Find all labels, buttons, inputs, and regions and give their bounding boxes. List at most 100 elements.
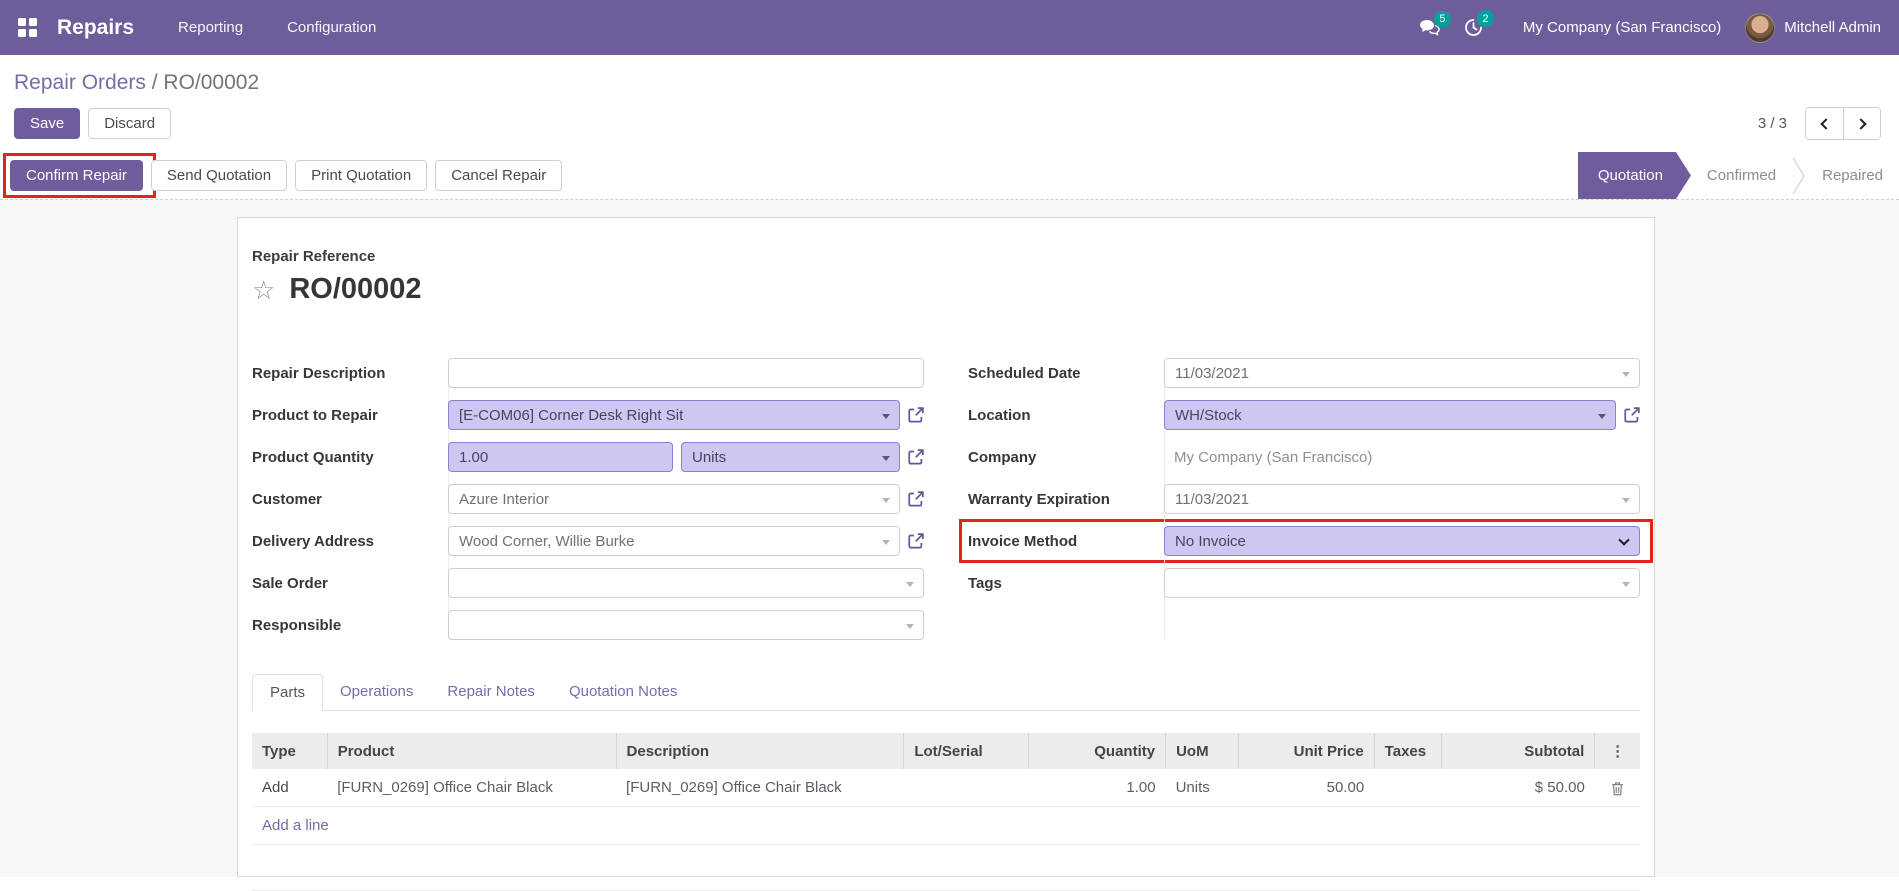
breadcrumb-parent[interactable]: Repair Orders — [14, 71, 146, 94]
scheduled-date-input[interactable]: 11/03/2021 — [1164, 358, 1640, 388]
invoice-method-label: Invoice Method — [968, 532, 1078, 550]
field-responsible: Responsible — [252, 610, 924, 640]
send-quotation-button[interactable]: Send Quotation — [150, 160, 288, 191]
cell-unit-price[interactable]: 50.00 — [1238, 769, 1375, 807]
customer-value: Azure Interior — [459, 490, 550, 508]
dropdown-caret-icon[interactable] — [882, 540, 890, 545]
right-field-group: Scheduled Date 11/03/2021 Location WH/St… — [959, 358, 1653, 640]
tab-quotation-notes[interactable]: Quotation Notes — [552, 674, 694, 711]
responsible-input[interactable] — [448, 610, 924, 640]
dropdown-caret-icon[interactable] — [882, 456, 890, 461]
breadcrumb-row: Repair Orders / RO/00002 — [0, 55, 1899, 101]
col-type[interactable]: Type — [252, 733, 328, 769]
step-repaired[interactable]: Repaired — [1806, 152, 1899, 199]
dropdown-caret-icon[interactable] — [906, 624, 914, 629]
cell-lot-serial[interactable] — [903, 769, 1029, 807]
external-link-icon[interactable] — [908, 491, 924, 507]
delivery-address-input[interactable]: Wood Corner, Willie Burke — [448, 526, 900, 556]
cell-subtotal[interactable]: $ 50.00 — [1441, 769, 1595, 807]
cell-uom[interactable]: Units — [1165, 769, 1239, 807]
col-product[interactable]: Product — [327, 733, 617, 769]
reference-label: Repair Reference — [252, 248, 376, 265]
table-row[interactable]: Add [FURN_0269] Office Chair Black [FURN… — [252, 769, 1640, 807]
table-empty-space — [252, 845, 1640, 891]
messages-icon[interactable]: 5 — [1419, 10, 1451, 37]
field-product-quantity: Product Quantity 1.00 Units — [252, 442, 924, 472]
uom-input[interactable]: Units — [681, 442, 900, 472]
customer-input[interactable]: Azure Interior — [448, 484, 900, 514]
tab-operations[interactable]: Operations — [323, 674, 430, 711]
dropdown-caret-icon[interactable] — [882, 498, 890, 503]
add-a-line-link[interactable]: Add a line — [262, 817, 329, 834]
save-button[interactable]: Save — [14, 108, 81, 139]
messages-badge: 5 — [1433, 10, 1451, 28]
user-menu[interactable]: Mitchell Admin — [1745, 12, 1881, 43]
cell-description[interactable]: [FURN_0269] Office Chair Black — [616, 769, 904, 807]
apps-grid-icon[interactable] — [18, 18, 37, 37]
cell-taxes[interactable] — [1374, 769, 1442, 807]
col-description[interactable]: Description — [616, 733, 905, 769]
pager-previous-button[interactable] — [1806, 108, 1843, 139]
warranty-expiration-input[interactable]: 11/03/2021 — [1164, 484, 1640, 514]
col-taxes[interactable]: Taxes — [1374, 733, 1442, 769]
location-input[interactable]: WH/Stock — [1164, 400, 1616, 430]
dropdown-caret-icon[interactable] — [1622, 582, 1630, 587]
field-delivery-address: Delivery Address Wood Corner, Willie Bur… — [252, 526, 924, 556]
external-link-icon[interactable] — [908, 407, 924, 423]
external-link-icon[interactable] — [908, 533, 924, 549]
uom-value: Units — [692, 448, 727, 466]
product-to-repair-input[interactable]: [E-COM06] Corner Desk Right Sit — [448, 400, 900, 430]
external-link-icon[interactable] — [908, 449, 924, 465]
invoice-method-value: No Invoice — [1175, 532, 1246, 550]
cell-type[interactable]: Add — [252, 769, 328, 807]
col-quantity[interactable]: Quantity — [1028, 733, 1167, 769]
app-name[interactable]: Repairs — [57, 16, 134, 40]
select-chevron-icon — [1618, 534, 1630, 546]
discard-button[interactable]: Discard — [88, 108, 172, 139]
dropdown-caret-icon[interactable] — [1622, 372, 1630, 377]
location-value: WH/Stock — [1175, 406, 1242, 424]
tags-input[interactable] — [1164, 568, 1640, 598]
confirm-repair-button[interactable]: Confirm Repair — [10, 160, 143, 191]
col-unit-price[interactable]: Unit Price — [1238, 733, 1375, 769]
repair-reference-title: RO/00002 — [289, 273, 422, 305]
parts-table: Type Product Description Lot/Serial Quan… — [252, 733, 1640, 845]
user-name: Mitchell Admin — [1784, 19, 1881, 36]
tab-parts[interactable]: Parts — [252, 674, 324, 711]
col-uom[interactable]: UoM — [1165, 733, 1240, 769]
delete-row-icon[interactable] — [1611, 781, 1624, 796]
dropdown-caret-icon[interactable] — [882, 414, 890, 419]
delivery-address-value: Wood Corner, Willie Burke — [459, 532, 635, 550]
invoice-method-select[interactable]: No Invoice — [1164, 526, 1640, 556]
dropdown-caret-icon[interactable] — [1598, 414, 1606, 419]
external-link-icon[interactable] — [1624, 407, 1640, 423]
repair-description-input[interactable] — [448, 358, 924, 388]
menu-reporting[interactable]: Reporting — [178, 19, 243, 36]
step-quotation[interactable]: Quotation — [1578, 152, 1691, 199]
col-subtotal[interactable]: Subtotal — [1441, 733, 1596, 769]
tab-repair-notes[interactable]: Repair Notes — [430, 674, 552, 711]
cancel-repair-button[interactable]: Cancel Repair — [435, 160, 563, 191]
dropdown-caret-icon[interactable] — [1622, 498, 1630, 503]
col-lot-serial[interactable]: Lot/Serial — [903, 733, 1029, 769]
favorite-star-icon[interactable]: ☆ — [252, 277, 275, 303]
form-sheet: Repair Reference ☆ RO/00002 Repair Descr… — [237, 217, 1655, 891]
sale-order-input[interactable] — [448, 568, 924, 598]
step-confirmed[interactable]: Confirmed — [1691, 152, 1792, 199]
cell-quantity[interactable]: 1.00 — [1028, 769, 1166, 807]
field-invoice-method: Invoice Method No Invoice — [968, 526, 1640, 556]
cell-product[interactable]: [FURN_0269] Office Chair Black — [327, 769, 617, 807]
menu-configuration[interactable]: Configuration — [287, 19, 376, 36]
add-line-row: Add a line — [252, 806, 1640, 845]
status-steps: Quotation Confirmed Repaired — [1578, 152, 1899, 199]
scheduled-date-label: Scheduled Date — [968, 364, 1081, 382]
activities-badge: 2 — [1476, 10, 1494, 27]
company-switcher[interactable]: My Company (San Francisco) — [1523, 19, 1721, 36]
pager-next-button[interactable] — [1843, 108, 1880, 139]
dropdown-caret-icon[interactable] — [906, 582, 914, 587]
activities-icon[interactable]: 2 — [1464, 10, 1494, 37]
product-quantity-input[interactable]: 1.00 — [448, 442, 673, 472]
print-quotation-button[interactable]: Print Quotation — [295, 160, 428, 191]
field-scheduled-date: Scheduled Date 11/03/2021 — [968, 358, 1640, 388]
table-options-icon[interactable]: ⋮ — [1594, 733, 1640, 769]
